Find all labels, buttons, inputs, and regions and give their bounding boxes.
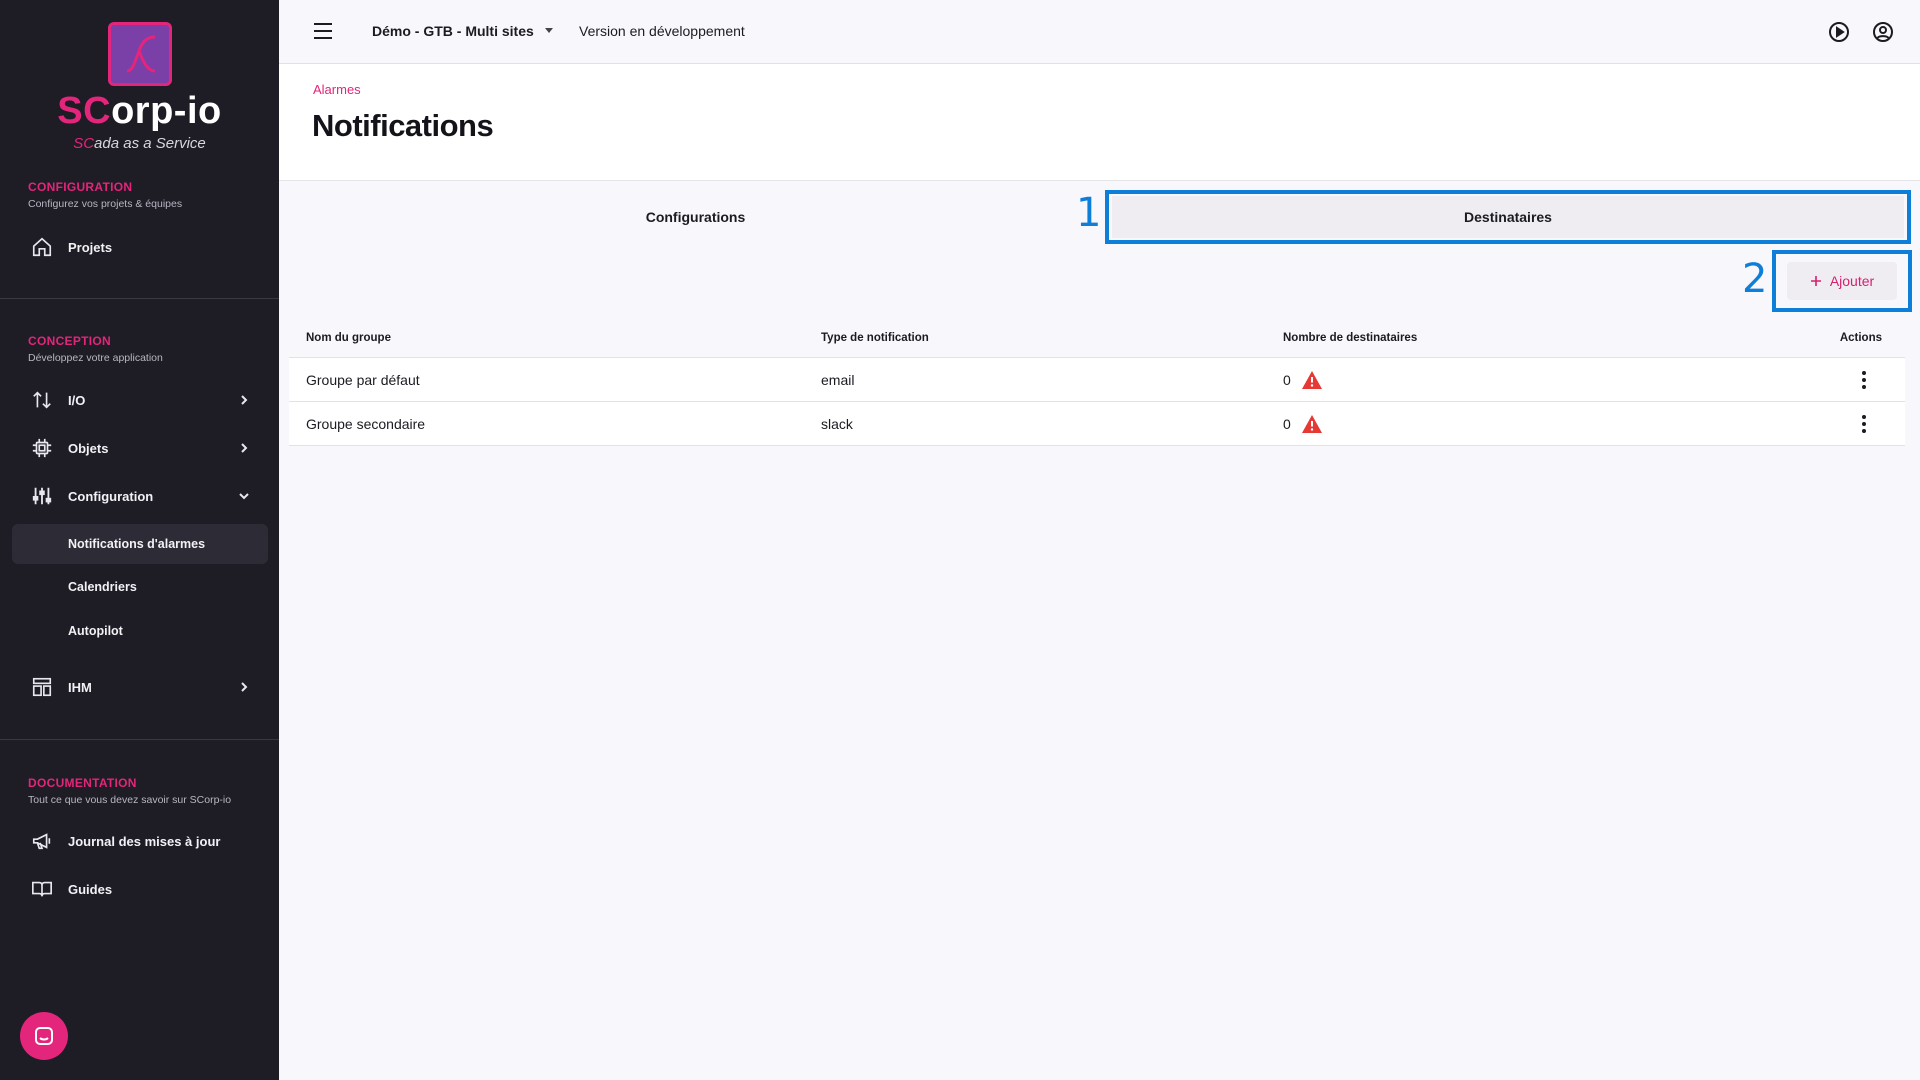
version-label: Version en développement bbox=[579, 23, 745, 39]
add-button[interactable]: Ajouter bbox=[1787, 262, 1897, 300]
cell-notification-type: email bbox=[821, 372, 855, 388]
more-vert-icon[interactable] bbox=[1861, 414, 1867, 434]
section-title: CONFIGURATION bbox=[28, 180, 133, 194]
sidebar-item-calendriers[interactable]: Calendriers bbox=[12, 567, 268, 607]
sidebar: SCorp-io SCada as a Service CONFIGURATIO… bbox=[0, 0, 279, 1080]
section-desc: Développez votre application bbox=[28, 352, 163, 364]
sidebar-item-ihm[interactable]: IHM bbox=[12, 667, 268, 707]
column-header-actions: Actions bbox=[1839, 332, 1882, 344]
column-header-type[interactable]: Type de notification bbox=[821, 332, 929, 344]
recipient-count: 0 bbox=[1283, 416, 1291, 432]
dashboard-icon bbox=[28, 676, 56, 698]
sidebar-divider bbox=[0, 298, 279, 299]
warning-icon bbox=[1301, 415, 1322, 433]
sidebar-item-label: I/O bbox=[68, 392, 86, 408]
topbar: Démo - GTB - Multi sites Version en déve… bbox=[279, 0, 1920, 64]
page-title: Notifications bbox=[312, 108, 494, 143]
logo-tagline: SCada as a Service bbox=[73, 135, 206, 152]
table-header: Nom du groupe Type de notification Nombr… bbox=[289, 318, 1905, 358]
caret-down-icon bbox=[544, 28, 553, 33]
sidebar-item-objets[interactable]: Objets bbox=[12, 428, 268, 468]
swap-vertical-icon bbox=[28, 389, 56, 411]
page-header: Alarmes Notifications bbox=[279, 64, 1920, 181]
sidebar-divider bbox=[0, 739, 279, 740]
section-desc: Configurez vos projets & équipes bbox=[28, 198, 183, 210]
project-name: Démo - GTB - Multi sites bbox=[372, 23, 534, 39]
chevron-right-icon bbox=[238, 393, 250, 411]
section-desc: Tout ce que vous devez savoir sur SCorp-… bbox=[28, 794, 232, 806]
recipient-count: 0 bbox=[1283, 372, 1291, 388]
plus-icon bbox=[1810, 276, 1821, 286]
sidebar-item-guides[interactable]: Guides bbox=[12, 869, 268, 909]
section-documentation: DOCUMENTATION Tout ce que vous devez sav… bbox=[0, 776, 279, 806]
tab-configurations[interactable]: Configurations bbox=[279, 196, 1112, 238]
section-title: CONCEPTION bbox=[28, 334, 112, 348]
breadcrumb[interactable]: Alarmes bbox=[313, 82, 361, 97]
cell-group-name: Groupe par défaut bbox=[306, 372, 420, 388]
section-title: DOCUMENTATION bbox=[28, 776, 137, 790]
cell-recipient-count: 0 bbox=[1283, 370, 1323, 390]
home-icon bbox=[28, 236, 56, 258]
table-row[interactable]: Groupe secondaire slack 0 bbox=[289, 402, 1905, 446]
chip-icon bbox=[28, 437, 56, 459]
megaphone-icon bbox=[28, 830, 56, 852]
sidebar-item-io[interactable]: I/O bbox=[12, 380, 268, 420]
cell-recipient-count: 0 bbox=[1283, 414, 1323, 434]
chevron-right-icon bbox=[238, 680, 250, 698]
logo[interactable]: SCorp-io SCada as a Service bbox=[0, 22, 279, 152]
sidebar-item-label: Configuration bbox=[68, 488, 154, 504]
sidebar-item-label: Journal des mises à jour bbox=[68, 833, 221, 849]
logo-title: SCorp-io bbox=[57, 90, 222, 132]
section-conception: CONCEPTION Développez votre application bbox=[0, 334, 279, 364]
recipients-table: Nom du groupe Type de notification Nombr… bbox=[289, 318, 1905, 446]
sidebar-item-label: Objets bbox=[68, 440, 109, 456]
section-configuration: CONFIGURATION Configurez vos projets & é… bbox=[0, 180, 279, 210]
annotation-number-1: 1 bbox=[1076, 190, 1102, 236]
sidebar-item-notifications[interactable]: Notifications d'alarmes bbox=[12, 524, 268, 564]
table-row[interactable]: Groupe par défaut email 0 bbox=[289, 358, 1905, 402]
sidebar-item-configuration[interactable]: Configuration bbox=[12, 476, 268, 516]
sidebar-item-journal[interactable]: Journal des mises à jour bbox=[12, 821, 268, 861]
sidebar-item-label: Projets bbox=[68, 239, 113, 255]
chevron-down-icon bbox=[238, 489, 250, 507]
chevron-right-icon bbox=[238, 441, 250, 459]
menu-icon[interactable] bbox=[313, 22, 333, 40]
warning-icon bbox=[1301, 371, 1322, 389]
sidebar-item-label: Guides bbox=[68, 881, 113, 897]
sidebar-item-autopilot[interactable]: Autopilot bbox=[12, 611, 268, 651]
book-icon bbox=[28, 878, 56, 900]
play-icon[interactable] bbox=[1827, 20, 1851, 44]
sliders-icon bbox=[28, 485, 56, 507]
project-select[interactable]: Démo - GTB - Multi sites bbox=[372, 23, 554, 39]
column-header-name[interactable]: Nom du groupe bbox=[306, 332, 391, 344]
annotation-number-2: 2 bbox=[1742, 256, 1768, 302]
add-button-label: Ajouter bbox=[1829, 273, 1875, 289]
chat-icon bbox=[35, 1027, 53, 1045]
annotation-highlight-1 bbox=[1105, 190, 1911, 244]
more-vert-icon[interactable] bbox=[1861, 370, 1867, 390]
logo-icon bbox=[107, 22, 172, 86]
chat-button[interactable] bbox=[20, 1012, 68, 1060]
cell-notification-type: slack bbox=[821, 416, 853, 432]
sidebar-item-projets[interactable]: Projets bbox=[12, 227, 268, 267]
cell-group-name: Groupe secondaire bbox=[306, 416, 426, 432]
sidebar-item-label: IHM bbox=[68, 679, 92, 695]
column-header-count[interactable]: Nombre de destinataires bbox=[1283, 332, 1417, 344]
account-icon[interactable] bbox=[1871, 20, 1895, 44]
